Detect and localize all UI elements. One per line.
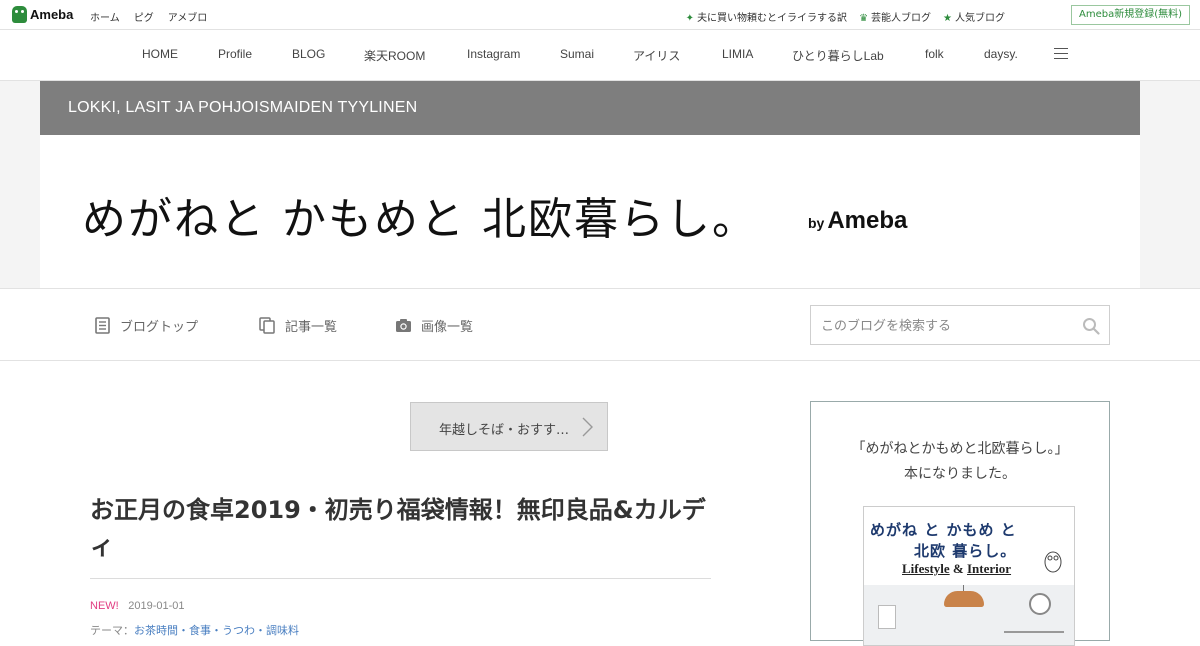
pendant-lamp-icon	[944, 591, 984, 607]
document-icon	[95, 317, 110, 334]
article-date: 2019-01-01	[128, 600, 185, 612]
header-subtitle: LOKKI, LASIT JA POHJOISMAIDEN TYYLINEN	[68, 99, 418, 116]
blog-top-link[interactable]: ブログトップ	[94, 316, 198, 335]
nav-item-folk[interactable]: folk	[925, 47, 944, 61]
nav-item-instagram[interactable]: Instagram	[467, 47, 520, 61]
nav-item-home[interactable]: HOME	[142, 47, 178, 61]
global-links: ホーム ピグ アメブロ	[90, 9, 207, 24]
image-list-link[interactable]: 画像一覧	[395, 316, 473, 335]
ameba-logo-icon	[12, 6, 27, 23]
blog-search-box	[810, 305, 1110, 345]
nav-item-hitorigurashi-lab[interactable]: ひとり暮らしLab	[792, 47, 884, 64]
nav-item-limia[interactable]: LIMIA	[722, 47, 753, 61]
blog-subnav: ブログトップ 記事一覧 画像一覧	[0, 288, 1200, 361]
book-promo-widget: 「めがねとかもめと北欧暮らし。」 本になりました。 めがね と かもめ と 北欧…	[810, 401, 1110, 646]
topbar-celeb-blog-link[interactable]: ♛ 芸能人ブログ	[859, 9, 931, 24]
topbar-link-pigg[interactable]: ピグ	[134, 9, 154, 24]
nav-item-blog[interactable]: BLOG	[292, 47, 325, 61]
blog-nav-menu: HOME Profile BLOG 楽天ROOM Instagram Sumai…	[0, 30, 1200, 81]
ameba-logo[interactable]: Ameba	[12, 6, 73, 23]
theme-link[interactable]: お茶時間・食事・うつわ・調味料	[134, 624, 299, 637]
blog-search-input[interactable]	[821, 316, 1071, 336]
article-title[interactable]: お正月の食卓2019・初売り福袋情報！無印良品&カルディ	[90, 492, 710, 564]
copy-pages-icon	[259, 317, 275, 334]
nav-item-daysy[interactable]: daysy.	[984, 47, 1018, 61]
search-icon[interactable]	[1082, 317, 1100, 335]
topbar-right-links: ✦ 夫に買い物頼むとイライラする訳 ♛ 芸能人ブログ ★ 人気ブログ	[686, 9, 1005, 24]
article-list-link[interactable]: 記事一覧	[259, 316, 337, 335]
article-meta: NEW! 2019-01-01	[90, 599, 185, 612]
topbar-popular-blog-link[interactable]: ★ 人気ブログ	[943, 9, 1005, 24]
header-band: LOKKI, LASIT JA POHJOISMAIDEN TYYLINEN	[40, 81, 1140, 135]
by-ameba-logo: by Ameba	[808, 207, 908, 234]
topbar-trend-link[interactable]: ✦ 夫に買い物頼むとイライラする訳	[686, 9, 847, 24]
book-cover-image[interactable]: めがね と かもめ と 北欧 暮らし。 Lifestyle & Interior	[863, 506, 1075, 646]
nav-item-iris[interactable]: アイリス	[633, 47, 680, 64]
sparkle-icon: ✦	[685, 13, 695, 24]
crown-icon: ♛	[859, 13, 869, 24]
book-promo-title: 「めがねとかもめと北欧暮らし。」	[851, 441, 1069, 457]
new-badge: NEW!	[90, 600, 119, 612]
topbar-link-ameblo[interactable]: アメブロ	[168, 9, 208, 24]
ameba-logo-text: Ameba	[30, 7, 74, 22]
header-title-banner[interactable]: めがねと かもめと 北欧暮らし。 by Ameba	[40, 135, 1140, 288]
previous-article-button[interactable]: 年越しそば・おすす…	[410, 402, 608, 451]
nav-item-profile[interactable]: Profile	[218, 47, 252, 61]
signup-button[interactable]: Ameba新規登録(無料)	[1070, 5, 1190, 25]
owl-illustration-icon	[1044, 551, 1062, 573]
star-icon: ★	[943, 13, 952, 24]
global-topbar: Ameba ホーム ピグ アメブロ ✦ 夫に買い物頼むとイライラする訳 ♛ 芸能人ブ…	[0, 0, 1200, 30]
camera-icon	[396, 319, 411, 332]
clock-icon	[1029, 593, 1051, 615]
chevron-right-icon	[582, 417, 593, 437]
topbar-link-home[interactable]: ホーム	[90, 9, 120, 24]
article-theme: テーマ：お茶時間・食事・うつわ・調味料	[90, 624, 299, 637]
nav-item-sumai[interactable]: Sumai	[560, 47, 594, 61]
blog-header: LOKKI, LASIT JA POHJOISMAIDEN TYYLINEN め…	[0, 81, 1200, 288]
title-divider	[90, 578, 711, 579]
book-cover-photo	[864, 585, 1074, 645]
hamburger-menu-icon[interactable]	[1054, 48, 1068, 59]
blog-title: めがねと かもめと 北欧暮らし。	[82, 194, 758, 245]
nav-item-rakuten-room[interactable]: 楽天ROOM	[364, 47, 425, 64]
book-promo-subtitle: 本になりました。	[904, 466, 1016, 482]
